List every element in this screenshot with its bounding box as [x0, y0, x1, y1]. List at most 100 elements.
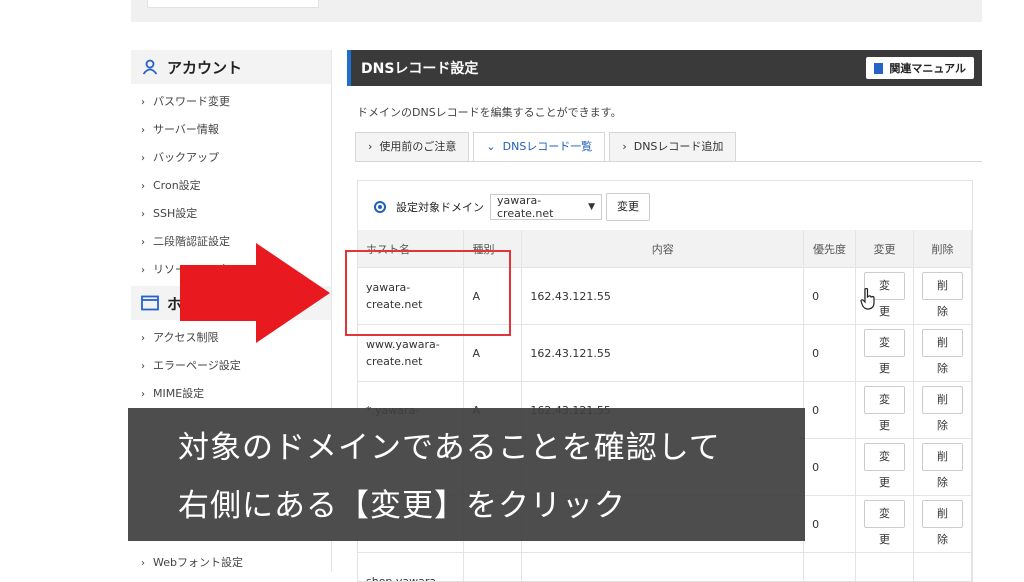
- account-section-title: アカウント: [167, 57, 242, 78]
- sidebar-item-mime[interactable]: ›MIME設定: [131, 380, 331, 408]
- sidebar-item-cron[interactable]: ›Cron設定: [131, 172, 331, 200]
- sidebar-item-web-font[interactable]: ›Webフォント設定: [141, 554, 243, 570]
- table-row: shop.yawara-: [358, 553, 972, 582]
- manual-button[interactable]: 関連マニュアル: [866, 57, 974, 79]
- chevron-right-icon: ›: [141, 173, 153, 201]
- sidebar-item-label: パスワード変更: [153, 95, 230, 108]
- delete-record-button[interactable]: 削除: [922, 272, 963, 300]
- cell-edit: 変更: [856, 496, 914, 553]
- cell-edit: 変更: [856, 325, 914, 382]
- radio-selected-icon: [374, 201, 386, 213]
- tab-bar: › 使用前のご注意 ⌄ DNSレコード一覧 › DNSレコード追加: [355, 132, 740, 162]
- chevron-right-icon: ›: [141, 229, 153, 257]
- cell-edit: 変更: [856, 382, 914, 439]
- manual-button-label: 関連マニュアル: [889, 60, 966, 76]
- sidebar-item-label: MIME設定: [153, 387, 204, 400]
- tab-divider: [355, 161, 982, 162]
- tab-notes[interactable]: › 使用前のご注意: [355, 132, 469, 162]
- cell-delete: [913, 553, 971, 582]
- caption-line-2: 右側にある【変更】をクリック: [178, 480, 626, 525]
- tab-dns-list[interactable]: ⌄ DNSレコード一覧: [473, 132, 605, 162]
- delete-record-button[interactable]: 削除: [922, 443, 963, 471]
- cell-delete: 削除: [913, 496, 971, 553]
- domain-select-value: yawara-create.net: [497, 194, 588, 220]
- edit-record-button[interactable]: 変更: [864, 443, 905, 471]
- chevron-right-icon: ›: [141, 201, 153, 229]
- host-line-2: create.net: [366, 355, 422, 368]
- cell-priority: [804, 553, 856, 582]
- edit-record-button[interactable]: 変更: [864, 500, 905, 528]
- chevron-right-icon: ›: [141, 117, 153, 145]
- chevron-right-icon: ›: [141, 381, 153, 409]
- cell-priority: 0: [804, 439, 856, 496]
- sidebar-item-label: バックアップ: [153, 151, 219, 164]
- domain-change-button[interactable]: 変更: [606, 193, 650, 221]
- col-content: 内容: [522, 230, 804, 268]
- delete-record-button[interactable]: 削除: [922, 386, 963, 414]
- sidebar-item-server-info[interactable]: ›サーバー情報: [131, 116, 331, 144]
- host-line-1: shop.yawara-: [366, 575, 440, 582]
- sidebar-item-label: サーバー情報: [153, 123, 219, 136]
- cell-content: 162.43.121.55: [522, 268, 804, 325]
- chevron-right-icon: ›: [622, 140, 626, 153]
- tab-label: DNSレコード一覧: [503, 140, 593, 153]
- chevron-right-icon: ›: [141, 257, 153, 285]
- sidebar-item-error-page[interactable]: ›エラーページ設定: [131, 352, 331, 380]
- page-description: ドメインのDNSレコードを編集することができます。: [357, 104, 622, 120]
- sidebar-item-backup[interactable]: ›バックアップ: [131, 144, 331, 172]
- chevron-down-icon: ▼: [588, 202, 595, 212]
- book-icon: [874, 63, 883, 74]
- subtitle-caption: 対象のドメインであることを確認して 右側にある【変更】をクリック: [128, 408, 805, 541]
- chevron-right-icon: ›: [141, 325, 153, 353]
- chevron-right-icon: ›: [141, 558, 153, 569]
- red-arrow-pointer: [180, 243, 332, 343]
- sidebar-item-label: エラーページ設定: [153, 359, 241, 372]
- cell-priority: 0: [804, 382, 856, 439]
- cell-delete: 削除: [913, 268, 971, 325]
- cell-host: shop.yawara-: [358, 553, 464, 582]
- cell-delete: 削除: [913, 325, 971, 382]
- sidebar-section-account: アカウント: [131, 50, 331, 84]
- sidebar-item-ssh[interactable]: ›SSH設定: [131, 200, 331, 228]
- user-icon: [141, 58, 159, 76]
- domain-selector-row: 設定対象ドメイン yawara-create.net ▼ 変更: [374, 193, 650, 221]
- highlight-box: [345, 250, 511, 336]
- caption-line-1: 対象のドメインであることを確認して: [178, 422, 721, 467]
- cell-edit: 変更: [856, 439, 914, 496]
- hand-cursor-icon: [860, 288, 876, 310]
- edit-record-button[interactable]: 変更: [864, 329, 905, 357]
- page-title: DNSレコード設定: [361, 58, 478, 78]
- chevron-right-icon: ›: [141, 145, 153, 173]
- cell-content: [522, 553, 804, 582]
- col-delete: 削除: [913, 230, 971, 268]
- cell-delete: 削除: [913, 382, 971, 439]
- panel-header: DNSレコード設定 関連マニュアル: [347, 50, 982, 86]
- tab-label: 使用前のご注意: [379, 140, 456, 153]
- cell-delete: 削除: [913, 439, 971, 496]
- cell-edit: [856, 553, 914, 582]
- cell-type: [464, 553, 522, 582]
- top-search-box[interactable]: [147, 0, 319, 8]
- domain-select[interactable]: yawara-create.net ▼: [490, 194, 602, 220]
- tab-label: DNSレコード追加: [634, 140, 724, 153]
- delete-record-button[interactable]: 削除: [922, 500, 963, 528]
- sidebar-item-label: Webフォント設定: [153, 556, 243, 569]
- chevron-right-icon: ›: [141, 353, 153, 381]
- cell-priority: 0: [804, 268, 856, 325]
- chevron-right-icon: ›: [141, 89, 153, 117]
- col-edit: 変更: [856, 230, 914, 268]
- sidebar-item-label: Cron設定: [153, 179, 201, 192]
- cell-priority: 0: [804, 325, 856, 382]
- col-priority: 優先度: [804, 230, 856, 268]
- domain-label: 設定対象ドメイン: [396, 199, 484, 215]
- chevron-right-icon: ›: [368, 140, 372, 153]
- window-icon: [141, 294, 159, 312]
- tab-dns-add[interactable]: › DNSレコード追加: [609, 132, 736, 162]
- top-bar: [131, 0, 982, 22]
- delete-record-button[interactable]: 削除: [922, 329, 963, 357]
- host-line-1: www.yawara-: [366, 338, 440, 351]
- sidebar-item-label: SSH設定: [153, 207, 197, 220]
- edit-record-button[interactable]: 変更: [864, 386, 905, 414]
- sidebar-item-password[interactable]: ›パスワード変更: [131, 88, 331, 116]
- cell-priority: 0: [804, 496, 856, 553]
